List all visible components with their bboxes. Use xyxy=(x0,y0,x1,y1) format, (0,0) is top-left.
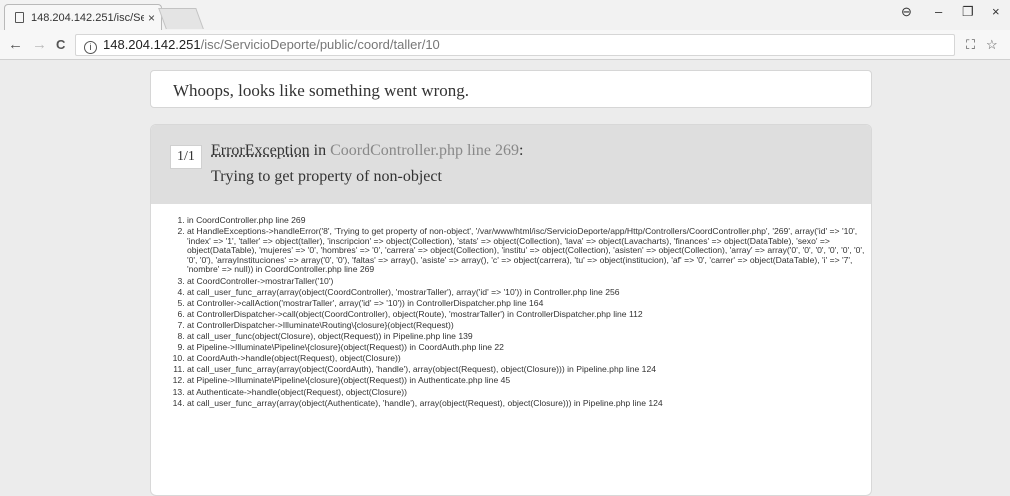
trace-line: at Authenticate->handle(object(Request),… xyxy=(187,387,871,398)
trace-line: at Pipeline->Illuminate\Pipeline\{closur… xyxy=(187,376,871,386)
site-info-icon[interactable]: i xyxy=(84,41,97,54)
trace-line: at CoordController->mostrarTaller('10') xyxy=(187,276,871,287)
translate-icon[interactable]: ⛶ xyxy=(966,37,975,53)
whoops-banner: Whoops, looks like something went wrong. xyxy=(150,70,872,108)
tab-close-icon[interactable]: × xyxy=(148,11,155,25)
trace-line: at HandleExceptions->handleError('8', 'T… xyxy=(187,226,871,275)
exception-message: Trying to get property of non-object xyxy=(211,168,442,185)
forward-button[interactable]: → xyxy=(32,36,47,53)
exception-class: ErrorException xyxy=(211,142,310,159)
browser-tab[interactable]: 148.204.142.251/isc/Serv × xyxy=(4,4,162,30)
exception-in: in xyxy=(313,142,327,159)
trace-line: at Pipeline->Illuminate\Pipeline\{closur… xyxy=(187,343,871,353)
minimize-button[interactable]: – xyxy=(935,4,942,19)
trace-line: at CoordAuth->handle(object(Request), ob… xyxy=(187,354,871,364)
address-path: /isc/ServicioDeporte/public/coord/taller… xyxy=(200,37,440,52)
exception-location: CoordController.php line 269 xyxy=(330,142,519,159)
tab-strip: 148.204.142.251/isc/Serv × ⊖ – ❐ × xyxy=(0,0,1010,30)
trace-line: at call_user_func_array(array(object(Coo… xyxy=(187,287,871,298)
page-content: Whoops, looks like something went wrong.… xyxy=(0,61,1010,496)
trace-line: in CoordController.php line 269 xyxy=(187,215,871,226)
address-host: 148.204.142.251 xyxy=(103,37,201,52)
maximize-button[interactable]: ❐ xyxy=(962,4,974,20)
exception-header: 1/1 ErrorException in CoordController.ph… xyxy=(151,125,871,204)
tab-title: 148.204.142.251/isc/Serv xyxy=(31,11,144,24)
close-window-button[interactable]: × xyxy=(992,4,1000,19)
page-icon xyxy=(15,12,24,23)
reload-button[interactable]: C xyxy=(56,37,65,52)
trace-line: at Controller->callAction('mostrarTaller… xyxy=(187,298,871,309)
exception-panel: 1/1 ErrorException in CoordController.ph… xyxy=(150,124,872,496)
account-icon[interactable]: ⊖ xyxy=(901,4,912,20)
trace-line: at ControllerDispatcher->call(object(Coo… xyxy=(187,309,871,320)
exception-title: ErrorException in CoordController.php li… xyxy=(211,142,523,160)
trace-line: at call_user_func_array(array(object(Coo… xyxy=(187,365,871,375)
exception-counter: 1/1 xyxy=(170,145,202,169)
trace-line: at call_user_func(object(Closure), objec… xyxy=(187,331,871,342)
new-tab-button[interactable] xyxy=(158,8,204,29)
trace-line: at ControllerDispatcher->Illuminate\Rout… xyxy=(187,320,871,331)
stack-trace: in CoordController.php line 269 at Handl… xyxy=(151,215,871,409)
browser-toolbar: ← → C i 148.204.142.251/isc/ServicioDepor… xyxy=(0,30,1010,60)
back-button[interactable]: ← xyxy=(8,36,23,53)
address-bar[interactable]: i 148.204.142.251/isc/ServicioDeporte/pub… xyxy=(75,34,955,56)
trace-line: at call_user_func_array(array(object(Aut… xyxy=(187,398,871,409)
bookmark-star-icon[interactable]: ☆ xyxy=(986,37,998,53)
exception-colon: : xyxy=(518,142,524,159)
